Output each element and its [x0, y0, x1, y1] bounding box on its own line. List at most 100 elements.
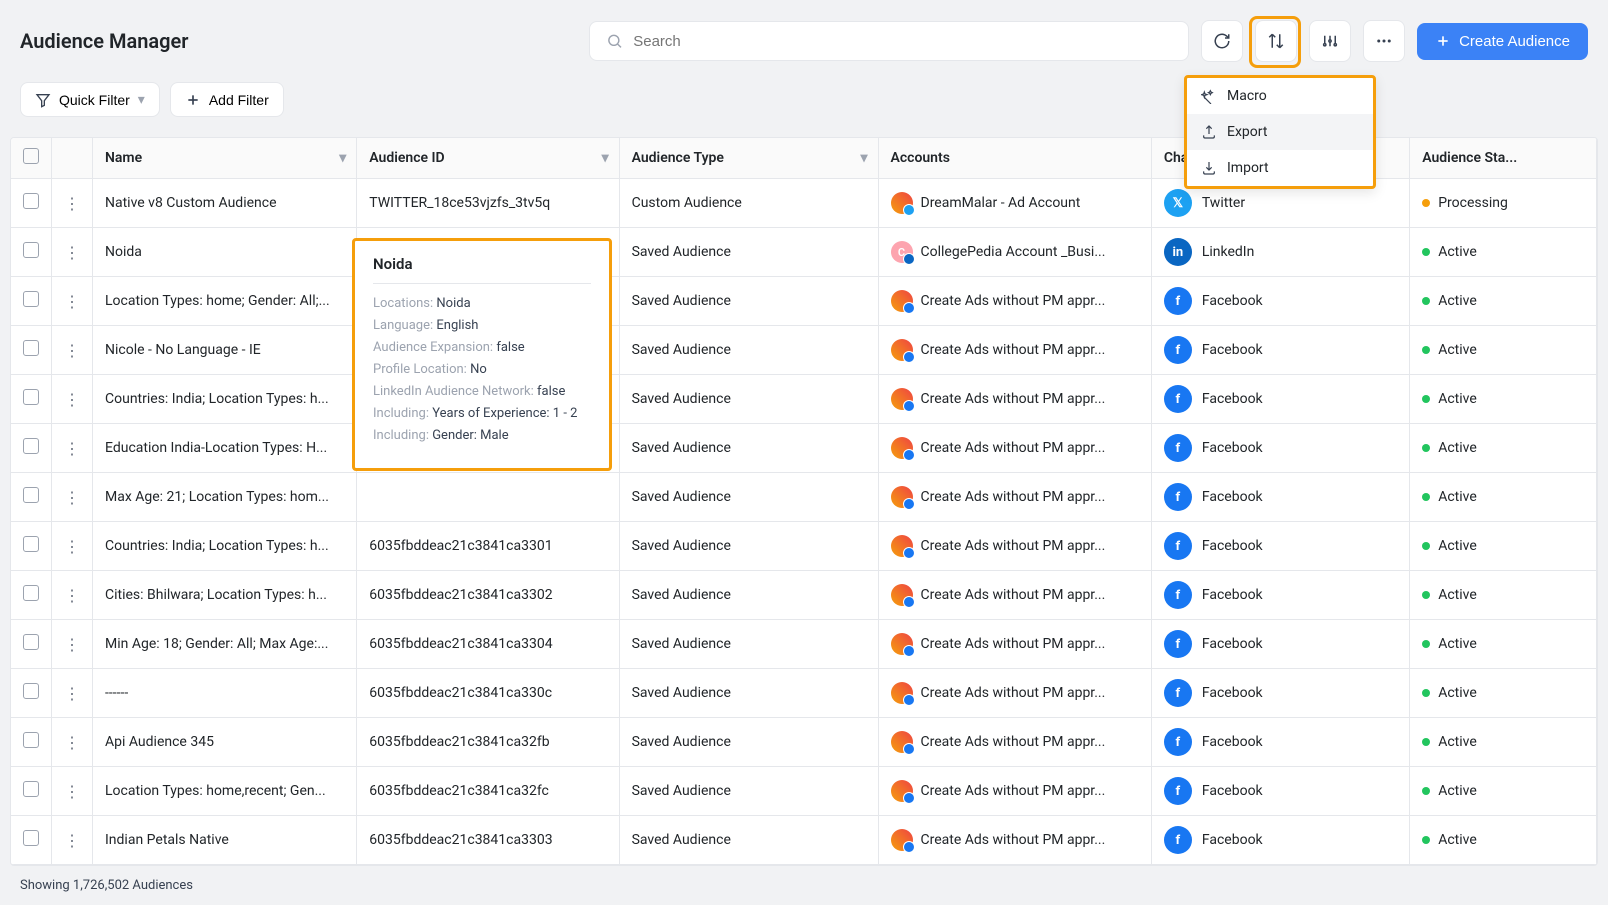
table-row[interactable]: ⋮ Countries: India; Location Types: h...…	[11, 522, 1597, 571]
row-checkbox-cell[interactable]	[11, 228, 52, 277]
row-actions-cell[interactable]: ⋮	[52, 620, 93, 669]
checkbox-icon[interactable]	[23, 340, 39, 356]
row-actions-cell[interactable]: ⋮	[52, 669, 93, 718]
more-button[interactable]	[1363, 20, 1405, 62]
tooltip-row: Language: English	[373, 318, 591, 333]
dropdown-item-export[interactable]: Export	[1187, 114, 1373, 150]
table-row[interactable]: ⋮ Cities: Bhilwara; Location Types: h...…	[11, 571, 1597, 620]
table-row[interactable]: ⋮ Indian Petals Native 6035fbddeac21c384…	[11, 816, 1597, 865]
row-actions-cell[interactable]: ⋮	[52, 718, 93, 767]
checkbox-icon[interactable]	[23, 193, 39, 209]
column-header-status[interactable]: Audience Sta...	[1410, 138, 1597, 179]
dropdown-item-macro[interactable]: Macro	[1187, 78, 1373, 114]
add-filter-button[interactable]: Add Filter	[170, 82, 284, 117]
kebab-icon[interactable]: ⋮	[64, 782, 80, 801]
footer: Showing 1,726,502 Audiences	[0, 866, 1608, 905]
row-actions-cell[interactable]: ⋮	[52, 571, 93, 620]
column-header-accounts[interactable]: Accounts	[878, 138, 1151, 179]
columns-button[interactable]	[1309, 20, 1351, 62]
select-all-header[interactable]	[11, 138, 52, 179]
row-checkbox-cell[interactable]	[11, 522, 52, 571]
row-channel-text: Facebook	[1202, 342, 1263, 358]
row-actions-cell[interactable]: ⋮	[52, 473, 93, 522]
row-checkbox-cell[interactable]	[11, 620, 52, 669]
table-row[interactable]: ⋮ Min Age: 18; Gender: All; Max Age:... …	[11, 620, 1597, 669]
checkbox-icon[interactable]	[23, 585, 39, 601]
checkbox-icon[interactable]	[23, 487, 39, 503]
kebab-icon[interactable]: ⋮	[64, 194, 80, 213]
row-actions-cell[interactable]: ⋮	[52, 375, 93, 424]
row-actions-cell[interactable]: ⋮	[52, 277, 93, 326]
table-row[interactable]: ⋮ Location Types: home,recent; Gen... 60…	[11, 767, 1597, 816]
kebab-icon[interactable]: ⋮	[64, 684, 80, 703]
status-dot-icon	[1422, 787, 1430, 795]
row-name-text: Api Audience 345	[105, 734, 344, 750]
table-row[interactable]: ⋮ Countries: India; Location Types: h...…	[11, 375, 1597, 424]
account-avatar	[891, 486, 913, 508]
row-checkbox-cell[interactable]	[11, 326, 52, 375]
checkbox-icon[interactable]	[23, 683, 39, 699]
row-actions-cell[interactable]: ⋮	[52, 767, 93, 816]
kebab-icon[interactable]: ⋮	[64, 243, 80, 262]
row-checkbox-cell[interactable]	[11, 473, 52, 522]
checkbox-icon[interactable]	[23, 242, 39, 258]
caret-icon: ▾	[339, 150, 346, 166]
kebab-icon[interactable]: ⋮	[64, 635, 80, 654]
checkbox-icon[interactable]	[23, 732, 39, 748]
row-checkbox-cell[interactable]	[11, 424, 52, 473]
row-name-text: Min Age: 18; Gender: All; Max Age:...	[105, 636, 344, 652]
actions-header	[52, 138, 93, 179]
table-row[interactable]: ⋮ Nicole - No Language - IE Saved Audien…	[11, 326, 1597, 375]
row-actions-cell[interactable]: ⋮	[52, 424, 93, 473]
row-checkbox-cell[interactable]	[11, 767, 52, 816]
checkbox-icon[interactable]	[23, 536, 39, 552]
row-type-cell: Custom Audience	[619, 179, 878, 228]
row-actions-cell[interactable]: ⋮	[52, 326, 93, 375]
status-dot-icon	[1422, 248, 1430, 256]
kebab-icon[interactable]: ⋮	[64, 390, 80, 409]
column-header-name[interactable]: Name▾	[93, 138, 357, 179]
create-audience-button[interactable]: Create Audience	[1417, 23, 1588, 60]
table-row[interactable]: ⋮ Api Audience 345 6035fbddeac21c3841ca3…	[11, 718, 1597, 767]
row-actions-cell[interactable]: ⋮	[52, 522, 93, 571]
table-row[interactable]: ⋮ Education India-Location Types: H... S…	[11, 424, 1597, 473]
row-actions-cell[interactable]: ⋮	[52, 179, 93, 228]
row-id-cell: 6035fbddeac21c3841ca330c	[357, 669, 619, 718]
kebab-icon[interactable]: ⋮	[64, 341, 80, 360]
checkbox-icon[interactable]	[23, 634, 39, 650]
kebab-icon[interactable]: ⋮	[64, 439, 80, 458]
column-header-audience-id[interactable]: Audience ID▾	[357, 138, 619, 179]
kebab-icon[interactable]: ⋮	[64, 831, 80, 850]
table-row[interactable]: ⋮ Max Age: 21; Location Types: hom... Sa…	[11, 473, 1597, 522]
search-box[interactable]	[589, 21, 1189, 61]
row-checkbox-cell[interactable]	[11, 179, 52, 228]
checkbox-icon[interactable]	[23, 830, 39, 846]
quick-filter-button[interactable]: Quick Filter ▾	[20, 82, 160, 117]
table-row[interactable]: ⋮ ------ 6035fbddeac21c3841ca330c Saved …	[11, 669, 1597, 718]
row-checkbox-cell[interactable]	[11, 669, 52, 718]
refresh-button[interactable]	[1201, 20, 1243, 62]
row-checkbox-cell[interactable]	[11, 718, 52, 767]
row-actions-cell[interactable]: ⋮	[52, 816, 93, 865]
checkbox-icon[interactable]	[23, 781, 39, 797]
checkbox-icon[interactable]	[23, 148, 39, 164]
kebab-icon[interactable]: ⋮	[64, 586, 80, 605]
kebab-icon[interactable]: ⋮	[64, 292, 80, 311]
sort-button[interactable]	[1255, 20, 1297, 62]
dropdown-item-import[interactable]: Import	[1187, 150, 1373, 186]
table-row[interactable]: ⋮ Location Types: home; Gender: All;... …	[11, 277, 1597, 326]
table-row[interactable]: ⋮ Noida Saved Audience C CollegePedia Ac…	[11, 228, 1597, 277]
checkbox-icon[interactable]	[23, 438, 39, 454]
checkbox-icon[interactable]	[23, 389, 39, 405]
kebab-icon[interactable]: ⋮	[64, 488, 80, 507]
search-input[interactable]	[633, 33, 1172, 50]
row-checkbox-cell[interactable]	[11, 816, 52, 865]
checkbox-icon[interactable]	[23, 291, 39, 307]
kebab-icon[interactable]: ⋮	[64, 537, 80, 556]
row-checkbox-cell[interactable]	[11, 375, 52, 424]
row-checkbox-cell[interactable]	[11, 571, 52, 620]
kebab-icon[interactable]: ⋮	[64, 733, 80, 752]
row-actions-cell[interactable]: ⋮	[52, 228, 93, 277]
row-checkbox-cell[interactable]	[11, 277, 52, 326]
column-header-audience-type[interactable]: Audience Type▾	[619, 138, 878, 179]
